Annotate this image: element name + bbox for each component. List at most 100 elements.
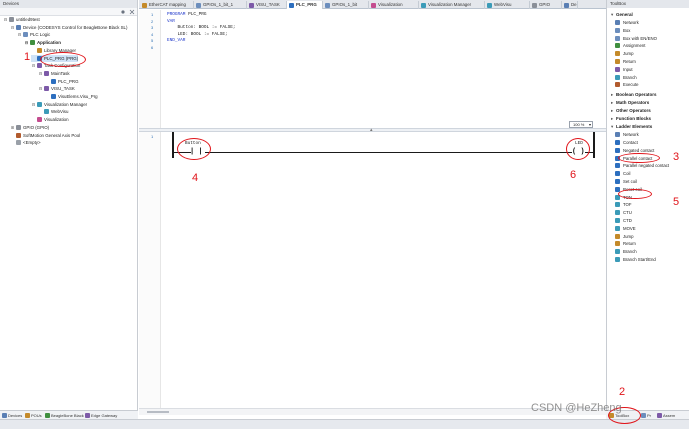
toolbox-item[interactable]: Jump [615,233,634,240]
annotation-number-1: 1 [24,51,31,63]
tree-item-label: untitled9test [16,17,40,22]
devices-bottom-tab[interactable]: POUs [24,412,42,419]
toolbox-item[interactable]: Branch [615,248,637,255]
tree-item[interactable]: ⊟ Application [24,39,61,46]
toolbox-group-header[interactable]: ▸ Other Operators [611,108,651,114]
code-line[interactable]: Button: BOOL := FALSE; [167,25,236,30]
tree-item[interactable]: ⊟ VISU_TASK [38,85,75,92]
tree-item[interactable]: PLC_PRG [45,78,79,85]
editor-tab[interactable]: WebVisu [485,1,530,9]
toolbox-item[interactable]: Box with EN/ENO [615,35,657,42]
toolbox-item[interactable]: Network [615,19,639,26]
tab-icon [657,413,662,418]
toolbox-item[interactable]: Box [615,27,630,34]
code-text: Button: BOOL := FALSE; [167,25,236,30]
tree-item[interactable]: WebVisu [38,108,68,115]
editor-tab[interactable]: VISU_TASK [247,1,287,9]
tree-item[interactable]: <Empty> [10,139,41,146]
editor-tab[interactable]: GPIO [530,1,562,9]
toolbox-item[interactable]: CTU [615,209,632,216]
toolbox-group-header[interactable]: ▸ Boolean Operators [611,92,657,98]
zoom-selector[interactable]: 100 % ▾ [569,121,593,128]
toolbox-item[interactable]: Parallel negated contact [615,162,669,169]
editor-tab[interactable]: GPIOs_1_bit_1 [194,1,247,9]
line-number: 6 [151,44,154,50]
toolbox-item[interactable]: Jump [615,50,634,57]
devices-bottom-tab[interactable]: BeagleBone Black [44,412,84,419]
tree-item[interactable]: SoftMotion General Axis Pool [10,132,80,139]
toolbox-group-header[interactable]: ▾ General [611,12,633,18]
editor-tab[interactable]: PLC_PRG [287,1,323,9]
devices-bottom-tab[interactable]: Devices [1,412,22,419]
toolbox-item-label: Branch [623,74,637,80]
tree-item[interactable]: ⊟ Device (CODESYS Control for BeagleBone … [10,24,127,31]
tree-item[interactable]: VisuElems.Visu_Prg [45,93,98,100]
toolbox-item[interactable]: Coil [615,170,630,177]
task-config-icon [37,63,42,69]
toolbox-group-label: Other Operators [616,108,651,114]
toolbox-group-label: Boolean Operators [616,92,657,98]
devices-bottom-tab[interactable]: Edge Gateway [84,412,117,419]
toolbox-item[interactable]: Set coil [615,178,637,185]
toolbox-item-icon [615,27,620,33]
toolbox-item[interactable]: Input [615,66,633,73]
editor-tab[interactable]: EtherCAT mapping [140,1,194,9]
toolbox-group-header[interactable]: ▸ Function Blocks [611,116,651,122]
gpio-icon [16,124,21,130]
toolbox-item[interactable]: Contact [615,139,638,146]
toolbox-item[interactable]: Return [615,58,636,65]
declaration-editor[interactable]: 123456 PROGRAM PLC_PRG VAR Button: BOOL :… [139,10,606,128]
toolbox-item[interactable]: TOF [615,201,632,208]
code-line[interactable]: VAR [167,19,175,24]
tree-item[interactable]: ⊟ untitled9test [3,16,40,23]
toolbox-item[interactable]: CTD [615,217,632,224]
scroll-thumb[interactable] [147,411,169,413]
collapse-icon[interactable]: ⊟ [31,101,36,108]
toolbox-bottom-tab[interactable]: Pr [640,412,651,419]
editor-tab-icon [532,2,537,8]
close-icon[interactable] [129,9,135,15]
toolbox-item[interactable]: Network [615,131,639,138]
collapse-icon[interactable]: ⊟ [17,31,22,38]
collapse-icon[interactable]: ⊟ [24,39,29,46]
toolbox-item[interactable]: Assignment [615,42,645,49]
toolbox-group-header[interactable]: ▸ Math Operators [611,100,649,106]
editor-tab[interactable]: GPIOs_1_bit [323,1,369,9]
editor-tab[interactable]: Visualization Manager [419,1,485,9]
tree-item[interactable]: Visualization [31,116,69,123]
toolbox-item[interactable]: Branch [615,74,637,81]
devices-toolbar [0,8,137,16]
code-line[interactable]: END_VAR [167,38,185,43]
expand-icon[interactable]: ⊞ [10,124,15,131]
toolbox-item[interactable]: Return [615,240,636,247]
code-line[interactable]: LED: BOOL := FALSE; [167,32,228,37]
toolbox-item-label: Branch Start/End [623,257,656,262]
pin-icon[interactable] [120,9,126,15]
webvisu-icon [44,109,49,115]
ladder-editor[interactable]: 1 Button | | LED ( ) [139,132,606,408]
toolbox-group-header[interactable]: ▾ Ladder Elements [611,124,652,130]
collapse-icon[interactable]: ⊟ [31,62,36,69]
code-line[interactable]: PROGRAM PLC_PRG [167,12,207,17]
toolbox-item[interactable]: MOVE [615,225,636,232]
toolbox-item[interactable]: Execute [615,81,639,88]
tree-item[interactable]: ⊞ GPIO (GPIO) [10,124,49,131]
toolbox-item-icon [615,140,620,145]
tree-item[interactable]: ⊟ Visualization Manager [31,101,87,108]
tree-item-label: Device (CODESYS Control for BeagleBone B… [23,24,128,30]
code-keyword: VAR [167,18,175,24]
tree-item-label: <Empty> [23,140,41,146]
collapse-icon[interactable]: ⊟ [38,70,43,77]
collapse-icon[interactable]: ⊟ [38,85,43,92]
editor-tab[interactable]: De [562,1,578,9]
toolbox-item[interactable]: Branch Start/End [615,256,656,263]
collapse-icon[interactable]: ⊟ [3,16,8,23]
tree-item[interactable]: ⊟ PLC Logic [17,31,50,38]
tree-item-label: Application [37,40,61,46]
editor-tab[interactable]: Visualization [369,1,419,9]
tree-item[interactable]: ⊟ MainTask [38,70,70,77]
left-power-rail [172,132,174,158]
toolbox-bottom-tab[interactable]: Assem [656,412,675,419]
collapse-icon[interactable]: ⊟ [10,24,15,31]
visu-manager-icon [37,101,42,107]
